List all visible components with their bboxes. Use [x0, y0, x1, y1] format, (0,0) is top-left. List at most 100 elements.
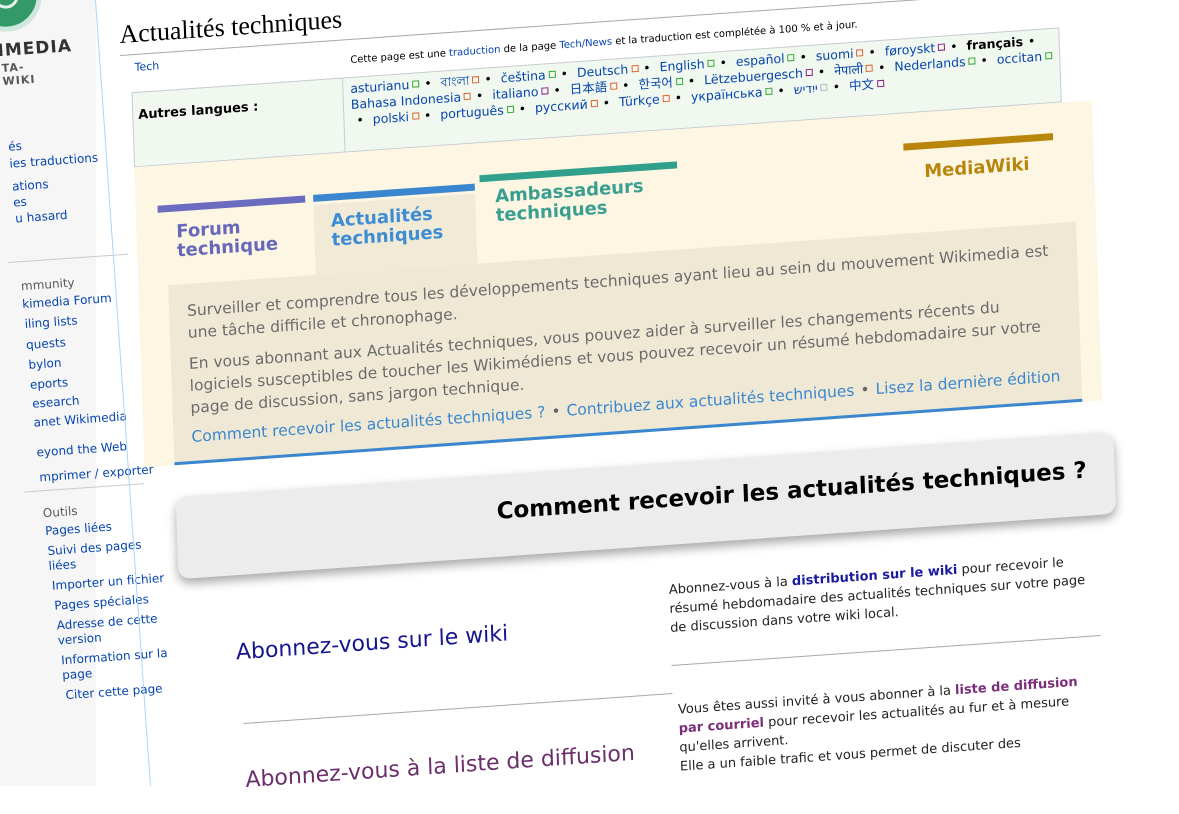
translation-status-icon: [765, 87, 773, 96]
tab-actualites-techniques[interactable]: Actualités techniques: [331, 203, 462, 251]
sidebar-item-related-pages[interactable]: Pages liées: [45, 520, 113, 539]
sidebar-item-babylon[interactable]: bylon: [28, 356, 62, 372]
language-separator: •: [423, 107, 432, 123]
language-link[interactable]: 日本語: [569, 79, 607, 97]
sidebar-item-main-3[interactable]: ations: [12, 177, 49, 194]
language-separator: •: [642, 60, 651, 76]
translation-status-icon: [1044, 51, 1053, 60]
logo-text: IMEDIA: [0, 36, 73, 62]
row-divider: [671, 635, 1101, 667]
language-separator: •: [475, 87, 484, 104]
sidebar-item-random[interactable]: u hasard: [15, 208, 68, 226]
language-link[interactable]: Deutsch: [577, 62, 629, 81]
translation-status-icon: [856, 49, 864, 57]
language-separator: •: [356, 112, 365, 128]
language-link[interactable]: čeština: [500, 67, 545, 85]
translation-link[interactable]: traduction: [449, 44, 501, 59]
language-separator: •: [868, 44, 877, 60]
language-separator: •: [950, 38, 958, 55]
tab-forum-technique[interactable]: Forum technique: [176, 213, 307, 261]
link-separator: •: [551, 402, 561, 421]
language-link[interactable]: Türkçe: [619, 91, 660, 109]
translation-status-icon: [506, 105, 514, 114]
language-separator: •: [560, 65, 569, 82]
sidebar-item-research[interactable]: esearch: [32, 393, 80, 410]
subscribe-wiki-heading: Abonnez-vous sur le wiki: [235, 621, 509, 666]
tab-mediawiki[interactable]: MediaWiki: [924, 154, 1030, 182]
sidebar-item-planet[interactable]: anet Wikimedia: [33, 409, 127, 429]
language-link[interactable]: 中文: [849, 76, 874, 93]
translation-status-icon: [412, 80, 420, 88]
logo-subtext: TA-WIKI: [1, 60, 36, 88]
translation-status-icon: [820, 83, 828, 92]
language-link[interactable]: ייִדיש: [793, 80, 818, 97]
language-separator: •: [424, 75, 432, 91]
translation-status-icon: [876, 79, 885, 88]
translation-status-icon: [590, 99, 598, 108]
language-link[interactable]: suomi: [816, 46, 854, 64]
language-separator: •: [877, 59, 886, 76]
subscribe-mailing-list-heading: Abonnez-vous à la liste de diffusion: [245, 740, 636, 794]
subscribe-mailing-list-description: Vous êtes aussi invité à vous abonner à …: [678, 671, 1100, 776]
sidebar-item-print-export[interactable]: mprimer / exporter: [39, 462, 154, 484]
language-separator: •: [832, 78, 841, 95]
language-separator: •: [518, 100, 527, 117]
sidebar-separator: [8, 253, 129, 264]
tab-bar-mediawiki: [903, 133, 1054, 151]
language-separator: •: [484, 71, 493, 87]
sidebar-item-forum[interactable]: kimedia Forum: [22, 291, 112, 311]
sidebar-item-permanent-link[interactable]: Adresse de cette version: [56, 611, 173, 649]
sidebar-item-special-pages[interactable]: Pages spéciales: [54, 592, 149, 613]
translation-status-icon: [805, 68, 814, 77]
page-title: Actualités techniques: [118, 4, 343, 50]
sidebar-item-translations[interactable]: ies traductions: [9, 151, 99, 171]
translation-status-icon: [938, 43, 946, 51]
language-link[interactable]: বাংলা: [440, 73, 469, 90]
language-link[interactable]: italiano: [492, 84, 539, 102]
language-link[interactable]: English: [659, 56, 705, 74]
sidebar-item-related-changes[interactable]: Suivi des pages liées: [47, 536, 159, 574]
subscribe-wiki-description: Abonnez-vous à la distribution sur le wi…: [669, 552, 1090, 638]
sidebar-item-reports[interactable]: eports: [29, 375, 68, 392]
language-link[interactable]: 한국어: [638, 75, 673, 92]
wikimedia-logo-icon[interactable]: [0, 0, 45, 35]
language-separator: •: [621, 77, 630, 94]
translation-status-icon: [662, 94, 670, 103]
translation-status-icon: [787, 53, 795, 62]
link-separator: •: [860, 380, 870, 400]
language-link[interactable]: українська: [691, 84, 763, 104]
sidebar-heading-tools: Outils: [42, 503, 78, 521]
sidebar-item-beyond-web[interactable]: eyond the Web: [36, 439, 127, 459]
language-separator: •: [1027, 33, 1036, 49]
tab-ambassadeurs-techniques[interactable]: Ambassadeurs techniques: [495, 175, 676, 226]
breadcrumb-tech[interactable]: Tech: [134, 59, 159, 74]
source-page-link[interactable]: Tech/News: [559, 37, 612, 52]
translation-status-icon: [548, 70, 556, 79]
language-link[interactable]: नेपाली: [834, 61, 863, 78]
translation-status-icon: [865, 64, 874, 72]
section-heading: Comment recevoir les actualités techniqu…: [496, 457, 1088, 525]
language-separator: •: [602, 94, 611, 111]
sidebar-item-main-4[interactable]: es: [13, 195, 28, 210]
language-link[interactable]: polski: [373, 109, 410, 127]
sidebar-item-requests[interactable]: quests: [26, 335, 67, 352]
tab-bar-forum: [157, 195, 306, 213]
language-separator: •: [799, 49, 808, 65]
sidebar-item-upload[interactable]: Importer un fichier: [52, 571, 165, 593]
language-link[interactable]: português: [440, 102, 504, 121]
sidebar-separator: [24, 483, 145, 493]
sidebar-item-page-info[interactable]: Information sur la page: [61, 645, 178, 683]
notice-text: Cette page est une: [350, 48, 450, 66]
language-separator: •: [687, 72, 696, 89]
sidebar-item-mailing-lists[interactable]: iling lists: [24, 313, 78, 331]
sidebar-item-main-1[interactable]: és: [8, 139, 23, 154]
language-link[interactable]: русский: [535, 97, 588, 116]
latest-edition-link[interactable]: Lisez la dernière édition: [875, 367, 1061, 398]
translation-status-icon: [472, 75, 480, 84]
translation-status-icon: [968, 57, 976, 65]
language-separator: •: [553, 82, 562, 98]
sidebar-item-cite[interactable]: Citer cette page: [65, 681, 163, 702]
language-link[interactable]: occitan: [997, 49, 1043, 67]
language-separator: •: [980, 52, 989, 68]
row-divider: [243, 693, 673, 725]
